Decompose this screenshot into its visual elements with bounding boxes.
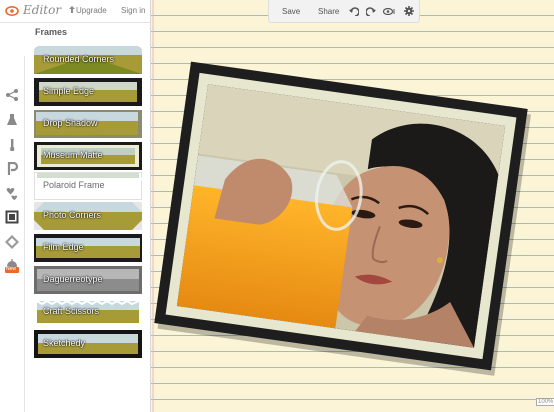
photo-image: [176, 84, 506, 348]
frame-label: Museum Matte: [43, 150, 103, 160]
frame-label: Daguerreotype: [43, 274, 103, 284]
share-button[interactable]: Share: [318, 7, 339, 16]
app-logo-text[interactable]: Editor: [23, 3, 61, 17]
photo-canvas[interactable]: [151, 0, 554, 412]
redo-icon[interactable]: [366, 7, 376, 16]
frame-label: Drop Shadow: [43, 118, 98, 128]
frame-label: Simple Edge: [43, 86, 95, 96]
rail-divider: [24, 56, 25, 412]
frame-item-museum-matte[interactable]: Museum Matte: [34, 142, 142, 170]
sidebar-header: Editor Upgrade Sign in: [0, 0, 150, 23]
frame-item-rounded-corners[interactable]: Rounded Corners: [34, 46, 142, 74]
frame-label: Polaroid Frame: [43, 180, 105, 190]
frame-item-sketchedy[interactable]: Sketchedy: [34, 330, 142, 358]
save-button[interactable]: Save: [282, 7, 300, 16]
basic-edits-icon[interactable]: [5, 88, 19, 102]
frame-item-daguerreotype[interactable]: Daguerreotype: [34, 266, 142, 294]
sign-in-link[interactable]: Sign in: [121, 6, 145, 15]
frame-label: Rounded Corners: [43, 54, 115, 64]
panel-title: Frames: [35, 27, 68, 37]
touch-up-brush-icon[interactable]: [5, 138, 19, 152]
new-badge: New: [5, 266, 19, 273]
frame-item-craft-scissors[interactable]: Craft Scissors: [34, 298, 142, 326]
frame-item-polaroid-frame[interactable]: Polaroid Frame: [34, 172, 142, 200]
effects-flask-icon[interactable]: [5, 113, 19, 127]
zoom-badge[interactable]: 100%: [536, 398, 554, 406]
frame-item-simple-edge[interactable]: Simple Edge: [34, 78, 142, 106]
frame-item-film-edge[interactable]: Film Edge: [34, 234, 142, 262]
eye-logo-icon[interactable]: [5, 4, 19, 18]
framed-photo[interactable]: [154, 61, 532, 376]
frame-label: Photo Corners: [43, 210, 102, 220]
undo-icon[interactable]: [349, 7, 359, 16]
selected-frame-pointer: [140, 171, 149, 187]
overlays-hearts-icon[interactable]: [5, 187, 19, 201]
frame-item-photo-corners[interactable]: Photo Corners: [34, 202, 142, 230]
frames-icon[interactable]: [5, 210, 19, 224]
frame-label: Craft Scissors: [43, 306, 100, 316]
text-p-icon[interactable]: [5, 162, 19, 176]
upgrade-icon: [69, 6, 75, 13]
frame-label: Sketchedy: [43, 338, 86, 348]
new-badge-label: New: [6, 266, 17, 272]
upgrade-link[interactable]: Upgrade: [76, 6, 107, 15]
frame-item-drop-shadow[interactable]: Drop Shadow: [34, 110, 142, 138]
gear-icon[interactable]: [404, 6, 414, 16]
frame-label: Film Edge: [43, 242, 84, 252]
top-toolbar: Save Share: [268, 0, 420, 23]
eye-icon[interactable]: [383, 8, 395, 15]
textures-diamond-icon[interactable]: [5, 235, 19, 249]
